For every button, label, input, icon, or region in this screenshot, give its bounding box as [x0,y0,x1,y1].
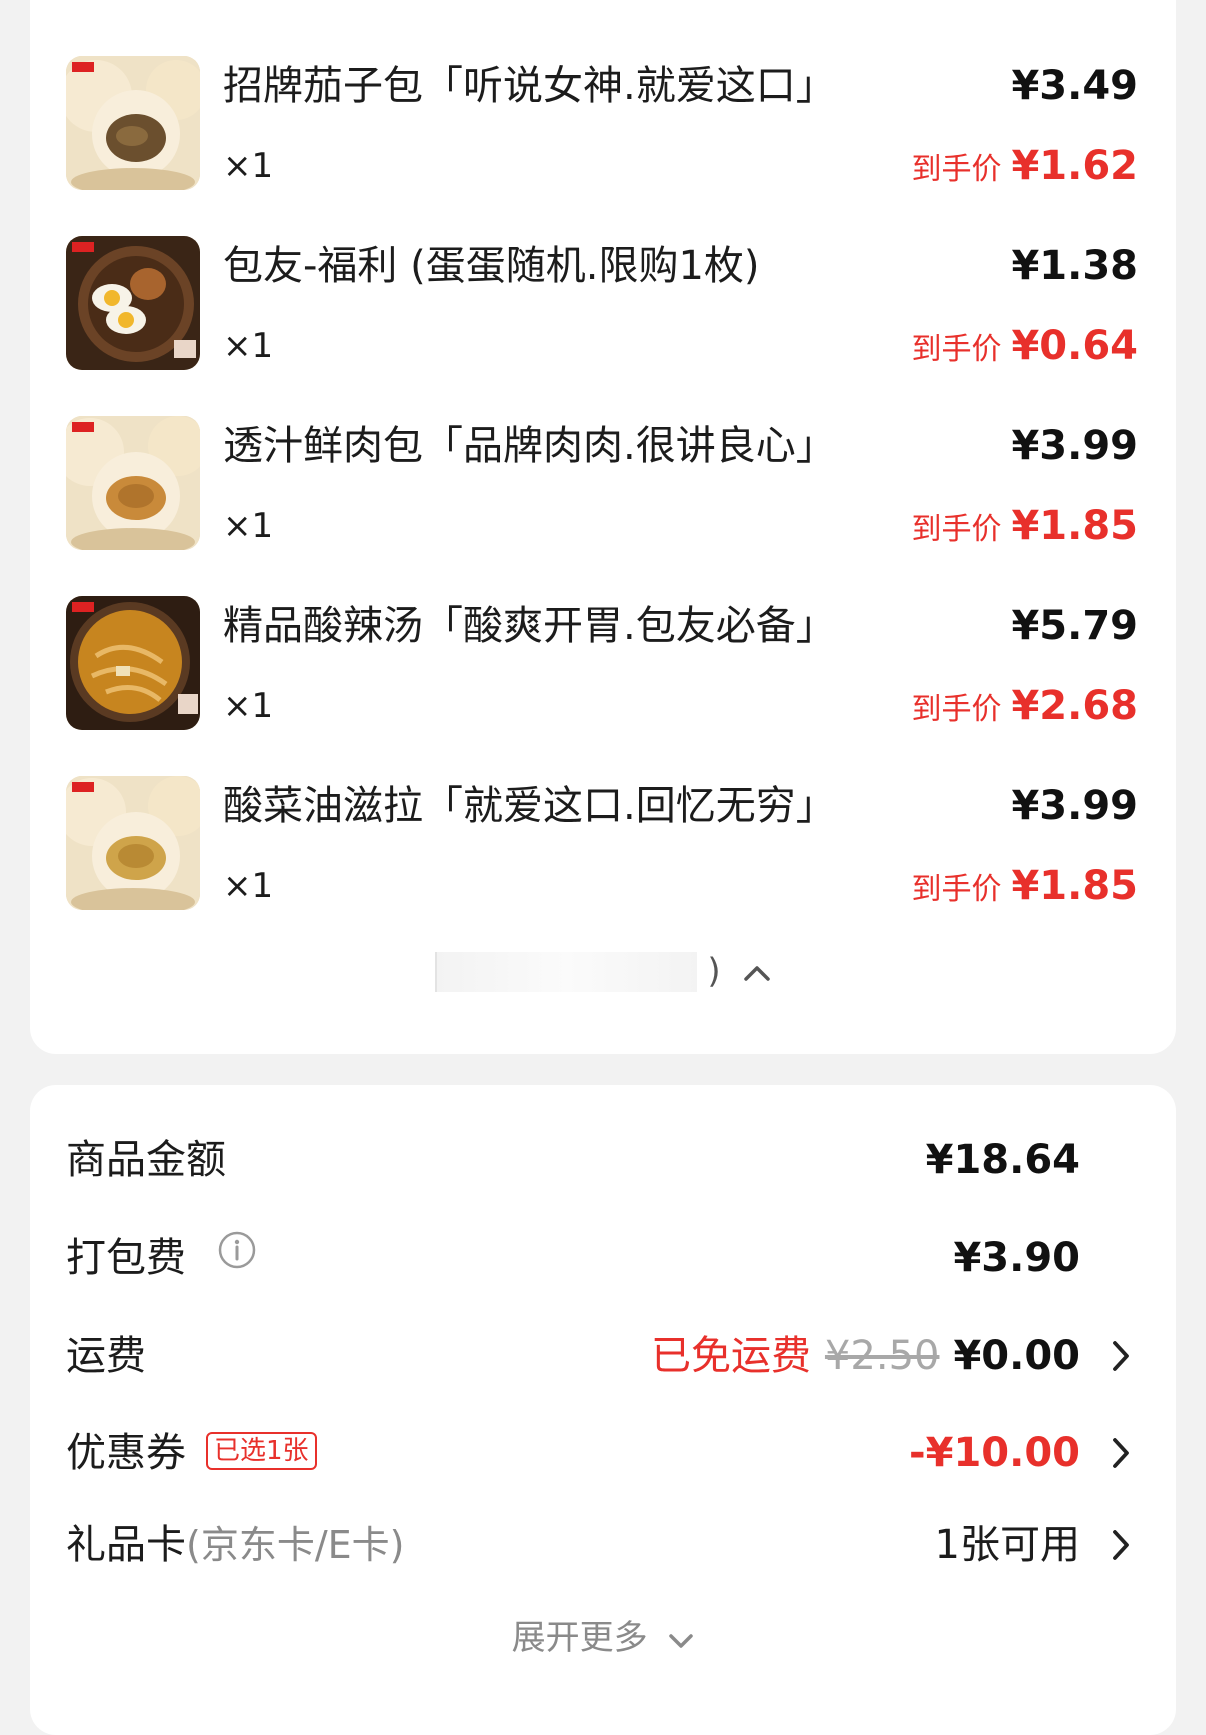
item-thumbnail [66,776,200,910]
packing-fee-row: 打包费 ¥3.90 [66,1228,1136,1288]
item-thumbnail [66,416,200,550]
coupon-label-wrap: 优惠券 已选1张 [66,1423,317,1483]
expand-more-toggle[interactable]: 展开更多 [30,1610,1176,1660]
shipping-free-text: 已免运费 [650,1333,811,1379]
final-price-label: 到手价 [911,512,1002,547]
item-price: ¥3.99 [1011,423,1138,469]
item-final-price: 到手价 ¥1.85 [911,500,1138,560]
item-quantity: ×1 [223,866,274,906]
collapse-paren: ) [707,951,721,992]
final-price-label: 到手价 [911,152,1002,187]
item-name: 透汁鲜肉包「品牌肉肉.很讲良心」 [223,423,836,469]
chevron-right-icon[interactable] [1106,1338,1136,1374]
final-price-label: 到手价 [911,332,1002,367]
item-final-price: 到手价 ¥2.68 [911,680,1138,740]
item-thumbnail [66,56,200,190]
item-price: ¥5.79 [1011,603,1138,649]
shipping-original-price: ¥2.50 [824,1333,940,1379]
final-price-value: ¥1.85 [1011,503,1138,549]
item-quantity: ×1 [223,506,274,546]
item-quantity: ×1 [223,326,274,366]
goods-amount-value: ¥18.64 [925,1137,1080,1183]
item-name: 精品酸辣汤「酸爽开胃.包友必备」 [223,603,836,649]
info-icon[interactable] [217,1227,257,1287]
gift-card-value: 1张可用 [934,1522,1080,1568]
item-quantity: ×1 [223,146,274,186]
packing-fee-label: 打包费 [66,1235,186,1281]
item-name: 招牌茄子包「听说女神.就爱这口」 [223,63,836,109]
final-price-label: 到手价 [911,692,1002,727]
item-name: 酸菜油滋拉「就爱这口.回忆无穷」 [223,783,836,829]
collapse-items-toggle[interactable]: ) [30,950,1176,1000]
coupon-label: 优惠券 [66,1430,186,1476]
packing-fee-label-wrap: 打包费 [66,1228,257,1288]
chevron-up-icon [743,952,771,992]
redacted-text [434,951,697,992]
gift-card-row[interactable]: 礼品卡(京东卡/E卡) 1张可用 [66,1515,1136,1575]
shipping-value-wrap: 已免运费 ¥2.50 ¥0.00 [651,1326,1080,1386]
order-item[interactable]: 酸菜油滋拉「就爱这口.回忆无穷」 ¥3.99 ×1 到手价 ¥1.85 [66,776,1138,910]
chevron-right-icon[interactable] [1106,1527,1136,1563]
packing-fee-value: ¥3.90 [953,1235,1080,1281]
item-quantity: ×1 [223,686,274,726]
item-price: ¥3.99 [1011,783,1138,829]
item-thumbnail [66,236,200,370]
final-price-value: ¥2.68 [1011,683,1138,729]
final-price-value: ¥1.62 [1011,143,1138,189]
expand-more-label: 展开更多 [511,1618,648,1658]
item-final-price: 到手价 ¥1.85 [911,860,1138,920]
item-final-price: 到手价 ¥0.64 [911,320,1138,380]
coupon-row[interactable]: 优惠券 已选1张 -¥10.00 [66,1423,1136,1483]
coupon-badge: 已选1张 [206,1432,317,1470]
item-name: 包友-福利 (蛋蛋随机.限购1枚) [223,243,760,289]
order-item[interactable]: 招牌茄子包「听说女神.就爱这口」 ¥3.49 ×1 到手价 ¥1.62 [66,56,1138,190]
price-summary-card: 商品金额 ¥18.64 打包费 ¥3.90 运费 已免运费 ¥2.50 ¥0.00 … [30,1085,1176,1735]
shipping-value: ¥0.00 [953,1333,1080,1379]
item-final-price: 到手价 ¥1.62 [911,140,1138,200]
gift-card-label: 礼品卡 [66,1522,186,1568]
final-price-value: ¥1.85 [1011,863,1138,909]
chevron-right-icon[interactable] [1106,1435,1136,1471]
final-price-value: ¥0.64 [1011,323,1138,369]
shipping-label: 运费 [66,1333,146,1379]
order-item[interactable]: 包友-福利 (蛋蛋随机.限购1枚) ¥1.38 ×1 到手价 ¥0.64 [66,236,1138,370]
item-thumbnail [66,596,200,730]
gift-card-label-wrap: 礼品卡(京东卡/E卡) [66,1515,404,1575]
item-price: ¥1.38 [1011,243,1138,289]
order-items-card: 招牌茄子包「听说女神.就爱这口」 ¥3.49 ×1 到手价 ¥1.62 包友-福利… [30,0,1176,1054]
chevron-down-icon [668,1620,694,1660]
item-price: ¥3.49 [1011,63,1138,109]
final-price-label: 到手价 [911,872,1002,907]
goods-amount-label: 商品金额 [66,1137,226,1183]
order-item[interactable]: 精品酸辣汤「酸爽开胃.包友必备」 ¥5.79 ×1 到手价 ¥2.68 [66,596,1138,730]
goods-amount-row: 商品金额 ¥18.64 [66,1130,1136,1190]
gift-card-sublabel: (京东卡/E卡) [186,1523,405,1567]
order-item[interactable]: 透汁鲜肉包「品牌肉肉.很讲良心」 ¥3.99 ×1 到手价 ¥1.85 [66,416,1138,550]
coupon-value: -¥10.00 [909,1430,1080,1476]
shipping-row[interactable]: 运费 已免运费 ¥2.50 ¥0.00 [66,1326,1136,1386]
